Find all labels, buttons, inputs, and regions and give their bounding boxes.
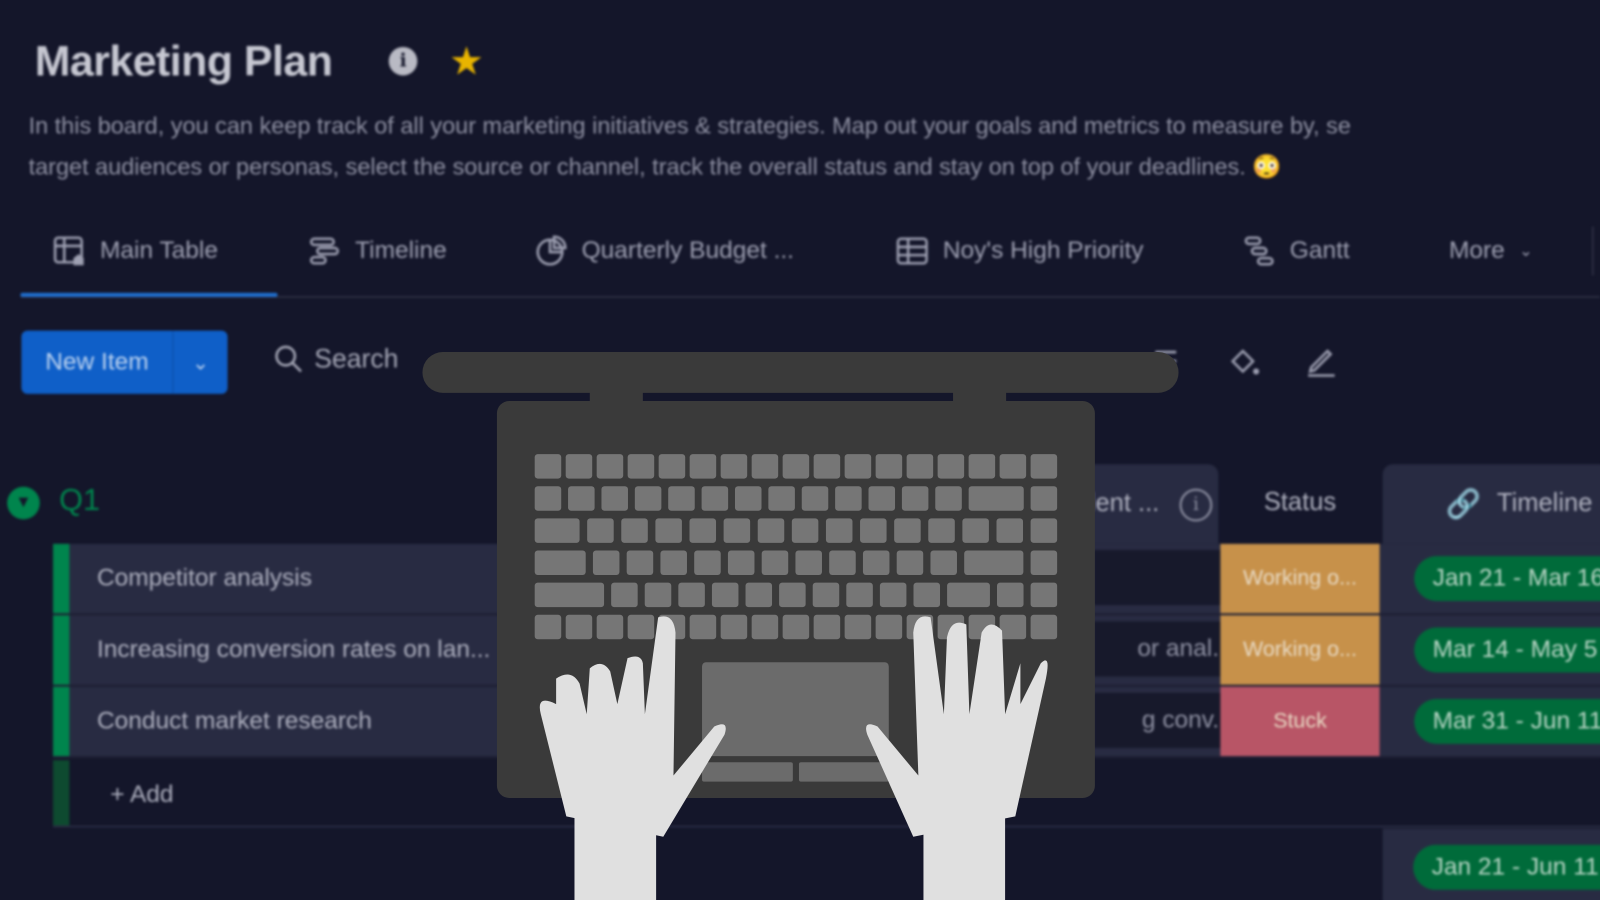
trackpad-left-button [702, 762, 793, 782]
keyboard-key [930, 550, 957, 575]
keyboard-key [689, 614, 717, 640]
keyboard-key [829, 550, 856, 575]
keyboard-key [894, 518, 921, 543]
keyboard-key [658, 454, 686, 479]
keyboard-key [947, 582, 990, 608]
keyboard-key [812, 582, 840, 608]
keyboard-key [879, 582, 907, 608]
keyboard-key [634, 486, 662, 511]
keyboard-key [611, 582, 638, 608]
keyboard-key [711, 582, 739, 608]
keyboard-key [601, 486, 628, 511]
keyboard-key [1030, 550, 1058, 575]
keyboard-key [825, 518, 853, 543]
keyboard-key [568, 486, 595, 511]
keyboard-key [534, 518, 580, 543]
keyboard-key [734, 486, 762, 511]
keyboard-key [596, 614, 624, 640]
keyboard-key [913, 582, 941, 608]
keyboard-key [964, 550, 1024, 575]
keyboard-key [565, 614, 593, 640]
keyboard-key [644, 582, 672, 608]
keyboard-key [1030, 614, 1058, 640]
keyboard-key [968, 454, 996, 479]
keyboard-key [844, 614, 872, 640]
keyboard-key [996, 518, 1024, 543]
keyboard-key [795, 550, 822, 575]
keyboard-key [626, 550, 654, 575]
keyboard-key [813, 454, 841, 479]
keyboard-key [627, 454, 655, 479]
keyboard-key [782, 454, 810, 479]
keyboard-key [751, 454, 779, 479]
keyboard-key [999, 614, 1027, 640]
keyboard-key [587, 518, 614, 543]
trackpad-right-button [798, 762, 889, 782]
keyboard-key [935, 486, 962, 511]
keyboard-key [846, 582, 873, 608]
keyboard-key [720, 454, 748, 479]
laptop-screen-edge [422, 352, 1179, 393]
keyboard-key [1030, 454, 1058, 479]
keyboard-key [534, 614, 562, 640]
keyboard-key [761, 550, 789, 575]
keyboard-key [689, 454, 717, 479]
keyboard-key [906, 454, 934, 479]
keyboard-key [968, 486, 1024, 511]
keyboard-key [701, 486, 729, 511]
keyboard-key [534, 454, 562, 479]
laptop-typing-illustration [422, 352, 1179, 900]
keyboard-key [534, 550, 586, 575]
keyboard-key [689, 518, 717, 543]
keyboard-key [779, 582, 806, 608]
keyboard-key [1030, 518, 1058, 543]
keyboard-key [875, 614, 903, 640]
keyboard-key [768, 486, 795, 511]
trackpad [702, 662, 889, 757]
keyboard-key [596, 454, 624, 479]
keyboard-key [592, 550, 620, 575]
keyboard-key [534, 582, 605, 608]
keyboard-key [862, 550, 890, 575]
keyboard-key [751, 614, 779, 640]
keyboard-key [962, 518, 989, 543]
keyboard-key [720, 614, 748, 640]
keyboard-key [801, 486, 829, 511]
keyboard-key [668, 486, 695, 511]
keyboard-key [565, 454, 593, 479]
keyboard-key [928, 518, 955, 543]
keyboard-key [875, 454, 903, 479]
keyboard-key [655, 518, 682, 543]
keyboard-key [694, 550, 721, 575]
keyboard-key [757, 518, 785, 543]
keyboard-key [1030, 486, 1058, 511]
keyboard-key [835, 486, 862, 511]
keyboard-key [868, 486, 896, 511]
keyboard-key [860, 518, 887, 543]
keyboard-key [660, 550, 687, 575]
keyboard-key [723, 518, 751, 543]
keyboard-key [844, 454, 872, 479]
keyboard-key [937, 454, 965, 479]
keyboard-key [999, 454, 1027, 479]
keyboard-key [813, 614, 841, 640]
keyboard-key [678, 582, 705, 608]
keyboard-key [621, 518, 648, 543]
keyboard-key [534, 486, 562, 511]
keyboard-key [791, 518, 819, 543]
keyboard-key [782, 614, 810, 640]
keyboard-key [896, 550, 924, 575]
keyboard-key [1030, 582, 1058, 608]
keyboard-key [627, 614, 655, 640]
keyboard-key [901, 486, 929, 511]
keyboard-key [745, 582, 773, 608]
keyboard-key [727, 550, 755, 575]
keyboard-key [997, 582, 1024, 608]
